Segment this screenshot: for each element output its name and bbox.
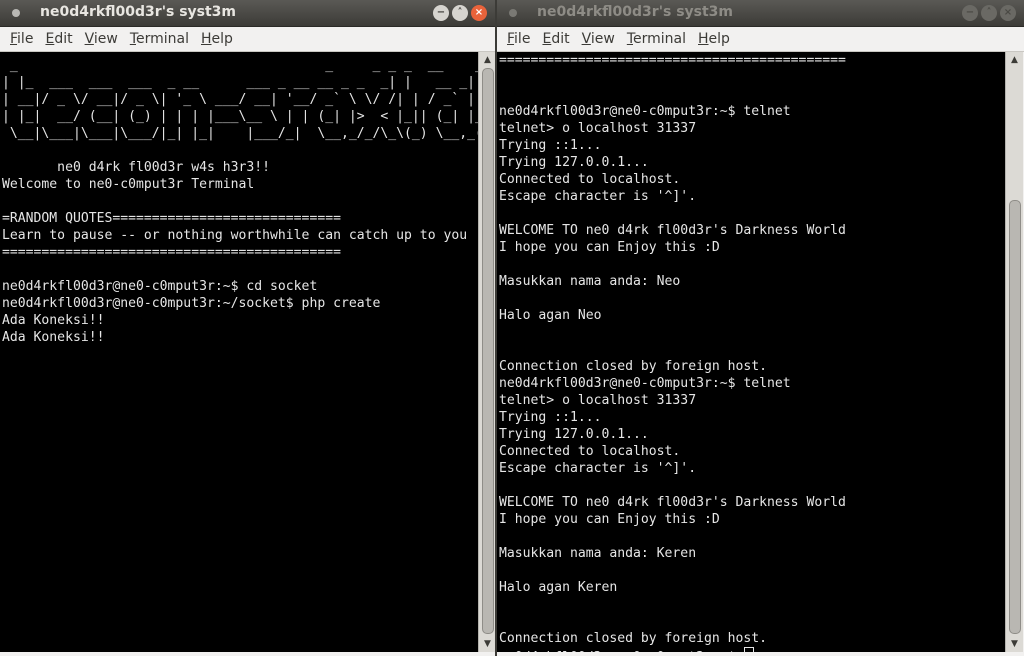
left-window-title: ne0d4rkfl00d3r's syst3m — [40, 4, 237, 20]
close-icon[interactable]: × — [471, 5, 487, 21]
right-terminal-output[interactable]: ========================================… — [497, 52, 1005, 652]
left-terminal-window[interactable]: ne0d4rkfl00d3r's syst3m − ˄ × File Edit … — [0, 0, 495, 656]
menu-edit[interactable]: Edit — [39, 31, 78, 47]
menu-edit[interactable]: Edit — [536, 31, 575, 47]
terminal-line: Connected to localhost. — [499, 172, 681, 187]
terminal-line: Trying ::1... — [499, 138, 602, 153]
menu-terminal[interactable]: Terminal — [124, 31, 195, 47]
terminal-line: Ada Koneksi!! — [2, 313, 105, 328]
terminal-line: _ _ _ _ _ __ _ — [2, 58, 478, 73]
terminal-line: Connection closed by foreign host. — [499, 359, 768, 374]
terminal-line: I hope you can Enjoy this :D — [499, 512, 720, 527]
terminal-line: telnet> o localhost 31337 — [499, 121, 697, 136]
scroll-up-icon[interactable]: ▲ — [479, 52, 495, 68]
terminal-line: WELCOME TO ne0 d4rk fl00d3r's Darkness W… — [499, 223, 846, 238]
terminal-line: Trying ::1... — [499, 410, 602, 425]
terminal-line: \__|\___|\___|\___/|_| |_| |___/_| \__,_… — [2, 126, 478, 141]
terminal-line: ne0d4rkfl00d3r@ne0-c0mput3r:~$ cd socket — [2, 279, 318, 294]
terminal-line: Halo agan Keren — [499, 580, 618, 595]
menu-help[interactable]: Help — [195, 31, 239, 47]
scroll-down-icon[interactable]: ▼ — [479, 636, 495, 652]
right-terminal-window[interactable]: ne0d4rkfl00d3r's syst3m − ˄ × File Edit … — [497, 0, 1024, 656]
menu-file[interactable]: File — [501, 31, 536, 47]
menu-view[interactable]: View — [576, 31, 621, 47]
right-menubar: File Edit View Terminal Help — [497, 27, 1024, 52]
menu-terminal[interactable]: Terminal — [621, 31, 692, 47]
scroll-up-icon[interactable]: ▲ — [1006, 52, 1023, 68]
terminal-line: Masukkan nama anda: Keren — [499, 546, 697, 561]
terminal-line: =RANDOM QUOTES==========================… — [2, 211, 341, 226]
terminal-line: Trying 127.0.0.1... — [499, 155, 649, 170]
terminal-line: ne0 d4rk fl00d3r w4s h3r3!! — [2, 160, 271, 175]
terminal-line: ne0d4rkfl00d3r@ne0-c0mput3r:~$ telnet — [499, 376, 791, 391]
maximize-icon[interactable]: ˄ — [981, 5, 997, 21]
terminal-line: Connection closed by foreign host. — [499, 631, 768, 646]
window-menu-icon[interactable] — [509, 9, 517, 17]
menu-file[interactable]: File — [4, 31, 39, 47]
minimize-icon[interactable]: − — [962, 5, 978, 21]
maximize-icon[interactable]: ˄ — [452, 5, 468, 21]
window-menu-icon[interactable] — [12, 9, 20, 17]
terminal-line: Connected to localhost. — [499, 444, 681, 459]
left-scrollbar-thumb[interactable] — [482, 68, 494, 634]
terminal-line: Halo agan Neo — [499, 308, 602, 323]
right-scrollbar-thumb[interactable] — [1009, 200, 1021, 634]
terminal-line: | __|/ _ \/ __|/ _ \| '_ \ ___/ __| '__/… — [2, 92, 478, 107]
left-menubar: File Edit View Terminal Help — [0, 27, 495, 52]
terminal-line: telnet> o localhost 31337 — [499, 393, 697, 408]
terminal-line: ne0d4rkfl00d3r@ne0-c0mput3r:~/socket$ ph… — [2, 296, 381, 311]
left-terminal-output[interactable]: _ _ _ _ _ __ _ | |_ ___ ___ ___ _ __ ___ … — [0, 52, 478, 652]
terminal-line: ne0d4rkfl00d3r@ne0-c0mput3r:~$ telnet — [499, 104, 791, 119]
terminal-line: Ada Koneksi!! — [2, 330, 105, 345]
terminal-line: Welcome to ne0-c0mput3r Terminal — [2, 177, 255, 192]
terminal-line: Masukkan nama anda: Neo — [499, 274, 681, 289]
close-icon[interactable]: × — [1000, 5, 1016, 21]
terminal-line: WELCOME TO ne0 d4rk fl00d3r's Darkness W… — [499, 495, 846, 510]
terminal-line: ========================================… — [499, 53, 846, 68]
scroll-down-icon[interactable]: ▼ — [1006, 636, 1023, 652]
terminal-cursor — [744, 647, 755, 652]
terminal-line: Learn to pause -- or nothing worthwhile … — [2, 228, 468, 243]
minimize-icon[interactable]: − — [433, 5, 449, 21]
right-scrollbar[interactable]: ▲ ▼ — [1005, 52, 1023, 652]
terminal-line: ========================================… — [2, 245, 341, 260]
left-scrollbar[interactable]: ▲ ▼ — [478, 52, 495, 652]
menu-help[interactable]: Help — [692, 31, 736, 47]
terminal-line: I hope you can Enjoy this :D — [499, 240, 720, 255]
terminal-line: ne0d4rkfl00d3r@ne0-c0mput3r:~$ — [499, 647, 1005, 652]
terminal-line: Escape character is '^]'. — [499, 189, 697, 204]
right-window-title: ne0d4rkfl00d3r's syst3m — [537, 4, 734, 20]
terminal-line: Escape character is '^]'. — [499, 461, 697, 476]
menu-view[interactable]: View — [79, 31, 124, 47]
right-window-titlebar[interactable]: ne0d4rkfl00d3r's syst3m − ˄ × — [497, 0, 1024, 27]
terminal-line: | |_| __/ (__| (_) | | | |___\__ \ | | (… — [2, 109, 478, 124]
left-window-titlebar[interactable]: ne0d4rkfl00d3r's syst3m − ˄ × — [0, 0, 495, 27]
terminal-line: Trying 127.0.0.1... — [499, 427, 649, 442]
terminal-line: | |_ ___ ___ ___ _ __ ___ _ __ __ _ _ _|… — [2, 75, 475, 90]
